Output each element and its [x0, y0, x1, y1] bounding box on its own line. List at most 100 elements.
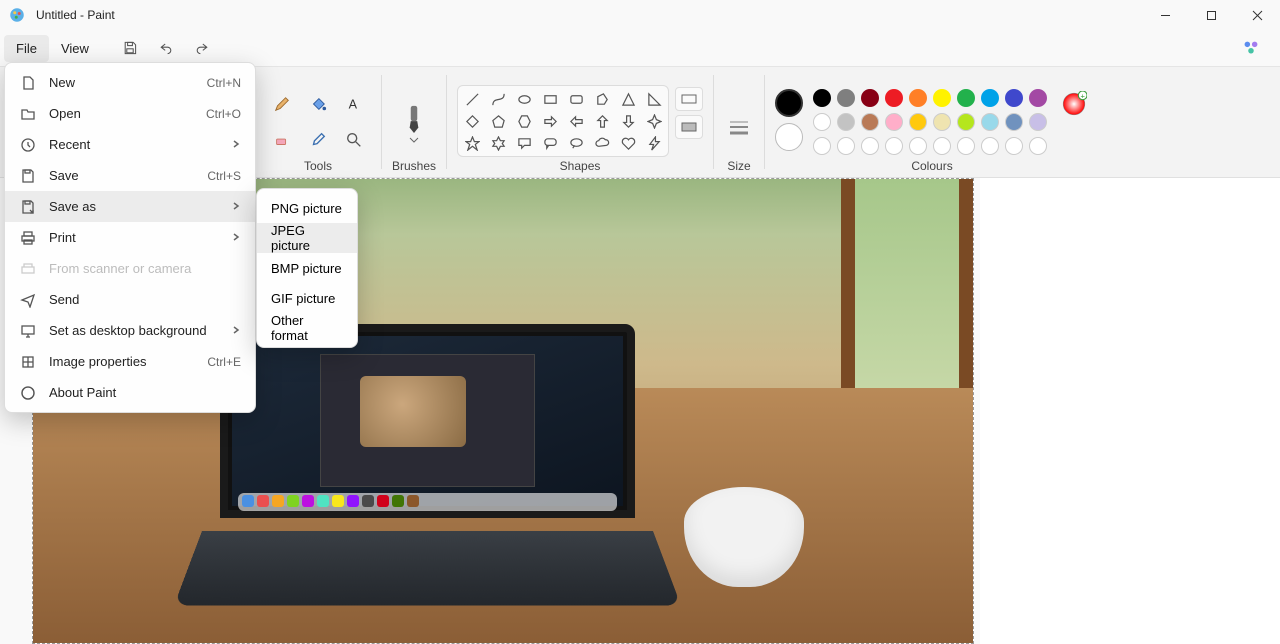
colour-swatch[interactable]: [861, 89, 879, 107]
shape-diamond-icon[interactable]: [462, 112, 482, 130]
colour-swatch[interactable]: [981, 89, 999, 107]
color-picker-tool[interactable]: [301, 123, 335, 157]
shape-curve-icon[interactable]: [488, 90, 508, 108]
shape-right-tri-icon[interactable]: [644, 90, 664, 108]
file-menu-item-save[interactable]: SaveCtrl+S: [5, 160, 255, 191]
saveas-item-bmp-picture[interactable]: BMP picture: [257, 253, 357, 283]
colour-swatch[interactable]: [933, 89, 951, 107]
primary-colour-swatch[interactable]: [775, 89, 803, 117]
edit-colours-button[interactable]: +: [1059, 89, 1089, 119]
shape-hexagon-icon[interactable]: [514, 112, 534, 130]
saveas-item-jpeg-picture[interactable]: JPEG picture: [257, 223, 357, 253]
colour-swatch[interactable]: [909, 113, 927, 131]
file-menu-item-new[interactable]: NewCtrl+N: [5, 67, 255, 98]
fill-tool[interactable]: [301, 87, 335, 121]
colour-swatch-empty[interactable]: [957, 137, 975, 155]
shape-callout-oval-icon[interactable]: [566, 134, 586, 152]
shape-arrow-u-icon[interactable]: [592, 112, 612, 130]
colour-swatch-empty[interactable]: [981, 137, 999, 155]
file-menu-item-from-scanner-or-camera: From scanner or camera: [5, 253, 255, 284]
shape-star4-icon[interactable]: [644, 112, 664, 130]
shape-arrow-l-icon[interactable]: [566, 112, 586, 130]
file-menu-item-save-as[interactable]: Save as: [5, 191, 255, 222]
colour-swatch[interactable]: [861, 113, 879, 131]
window-controls: [1142, 0, 1280, 30]
colour-swatch[interactable]: [1029, 89, 1047, 107]
recent-icon: [19, 136, 37, 154]
pencil-tool[interactable]: [265, 87, 299, 121]
file-menu-item-print[interactable]: Print: [5, 222, 255, 253]
qa-redo-button[interactable]: [185, 33, 219, 63]
magnifier-tool[interactable]: [337, 123, 371, 157]
menu-view[interactable]: View: [49, 35, 101, 62]
saveas-item-other-format[interactable]: Other format: [257, 313, 357, 343]
qa-save-button[interactable]: [113, 33, 147, 63]
shape-fill-button[interactable]: [675, 115, 703, 139]
shape-triangle-icon[interactable]: [618, 90, 638, 108]
colour-swatch[interactable]: [813, 113, 831, 131]
file-menu-item-open[interactable]: OpenCtrl+O: [5, 98, 255, 129]
saveas-item-png-picture[interactable]: PNG picture: [257, 193, 357, 223]
file-menu-item-send[interactable]: Send: [5, 284, 255, 315]
colour-swatch-empty[interactable]: [885, 137, 903, 155]
size-button[interactable]: [724, 99, 754, 157]
file-menu-item-label: From scanner or camera: [49, 261, 191, 276]
colour-swatch[interactable]: [813, 89, 831, 107]
file-menu-item-label: Send: [49, 292, 79, 307]
colour-swatch[interactable]: [909, 89, 927, 107]
shape-cloud-icon[interactable]: [592, 134, 612, 152]
colour-swatch-empty[interactable]: [909, 137, 927, 155]
colour-swatch-empty[interactable]: [1029, 137, 1047, 155]
shape-outline-button[interactable]: [675, 87, 703, 111]
colour-swatch-empty[interactable]: [837, 137, 855, 155]
colour-swatch[interactable]: [837, 113, 855, 131]
shape-callout-rect-icon[interactable]: [514, 134, 534, 152]
ribbon-size-section: Size: [714, 67, 764, 177]
secondary-colour-swatch[interactable]: [775, 123, 803, 151]
colour-swatch-empty[interactable]: [861, 137, 879, 155]
shape-lightning-icon[interactable]: [644, 134, 664, 152]
file-menu-item-about-paint[interactable]: About Paint: [5, 377, 255, 408]
colour-swatch[interactable]: [885, 113, 903, 131]
shape-arrow-r-icon[interactable]: [540, 112, 560, 130]
file-menu-item-image-properties[interactable]: Image propertiesCtrl+E: [5, 346, 255, 377]
shape-star5-icon[interactable]: [462, 134, 482, 152]
colour-swatch[interactable]: [1005, 113, 1023, 131]
shape-arrow-d-icon[interactable]: [618, 112, 638, 130]
colour-swatch[interactable]: [837, 89, 855, 107]
colour-swatch[interactable]: [933, 113, 951, 131]
colour-swatch[interactable]: [885, 89, 903, 107]
colour-swatch-empty[interactable]: [933, 137, 951, 155]
colour-swatch[interactable]: [957, 89, 975, 107]
file-menu-item-recent[interactable]: Recent: [5, 129, 255, 160]
shape-star6-icon[interactable]: [488, 134, 508, 152]
brushes-button[interactable]: [394, 89, 434, 157]
shape-callout-round-icon[interactable]: [540, 134, 560, 152]
colour-swatch-empty[interactable]: [1005, 137, 1023, 155]
file-menu-item-label: Set as desktop background: [49, 323, 207, 338]
eraser-tool[interactable]: [265, 123, 299, 157]
maximize-button[interactable]: [1188, 0, 1234, 30]
colour-swatch[interactable]: [981, 113, 999, 131]
minimize-button[interactable]: [1142, 0, 1188, 30]
copilot-icon[interactable]: [1240, 37, 1262, 59]
shape-rect-icon[interactable]: [540, 90, 560, 108]
shape-oval-icon[interactable]: [514, 90, 534, 108]
close-button[interactable]: [1234, 0, 1280, 30]
saveas-item-gif-picture[interactable]: GIF picture: [257, 283, 357, 313]
shape-heart-icon[interactable]: [618, 134, 638, 152]
shape-line-icon[interactable]: [462, 90, 482, 108]
colour-swatch[interactable]: [1005, 89, 1023, 107]
colour-swatch[interactable]: [1029, 113, 1047, 131]
colour-swatch[interactable]: [957, 113, 975, 131]
shape-pentagon-icon[interactable]: [488, 112, 508, 130]
shape-polygon-icon[interactable]: [592, 90, 612, 108]
file-menu-item-set-as-desktop-background[interactable]: Set as desktop background: [5, 315, 255, 346]
saveas-item-label: Other format: [271, 313, 343, 343]
shapes-gallery[interactable]: [457, 85, 669, 157]
text-tool[interactable]: A: [337, 87, 371, 121]
colour-swatch-empty[interactable]: [813, 137, 831, 155]
qa-undo-button[interactable]: [149, 33, 183, 63]
shape-roundrect-icon[interactable]: [566, 90, 586, 108]
menu-file[interactable]: File: [4, 35, 49, 62]
